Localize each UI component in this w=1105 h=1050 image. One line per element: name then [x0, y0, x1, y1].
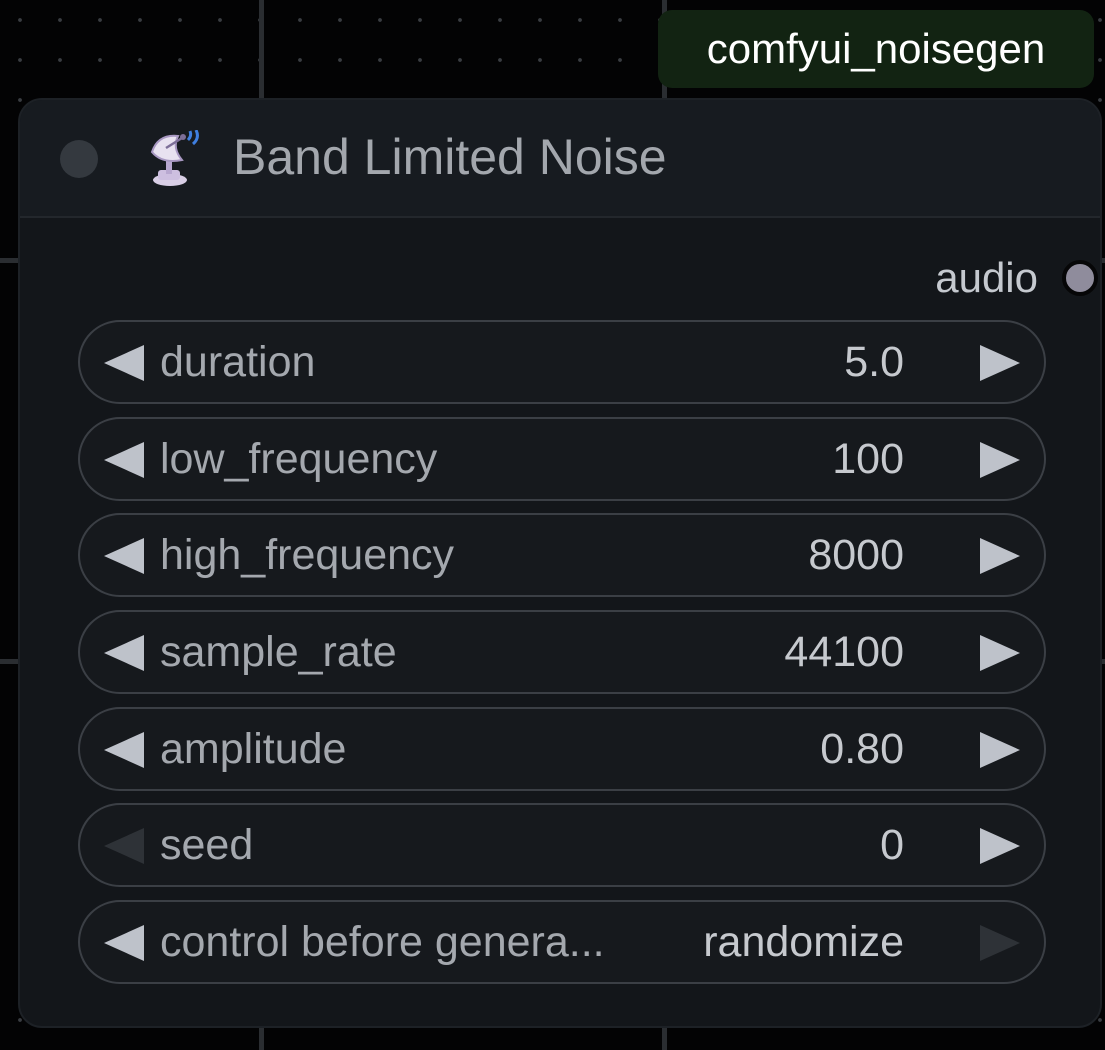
output-socket[interactable] — [1062, 260, 1098, 296]
widget-sample-rate[interactable]: sample_rate 44100 — [78, 610, 1046, 695]
increment-arrow-icon[interactable] — [980, 538, 1020, 575]
node-header[interactable]: Band Limited Noise — [20, 100, 1100, 218]
widget-control-before-generate[interactable]: control before genera... randomize — [78, 900, 1046, 985]
widget-label: duration — [160, 338, 316, 386]
decrement-arrow-icon[interactable] — [104, 925, 144, 962]
collapse-toggle[interactable] — [60, 140, 98, 178]
widget-high-frequency[interactable]: high_frequency 8000 — [78, 513, 1046, 598]
widget-label: seed — [160, 821, 254, 870]
decrement-arrow-icon[interactable] — [104, 828, 144, 865]
decrement-arrow-icon[interactable] — [104, 538, 144, 575]
widget-seed[interactable]: seed 0 — [78, 803, 1046, 888]
satellite-antenna-icon — [148, 129, 204, 188]
increment-arrow-icon[interactable] — [980, 635, 1020, 672]
widget-low-frequency[interactable]: low_frequency 100 — [78, 416, 1046, 501]
increment-arrow-icon[interactable] — [980, 345, 1020, 381]
increment-arrow-icon[interactable] — [980, 925, 1020, 962]
decrement-arrow-icon[interactable] — [104, 731, 144, 768]
widget-value[interactable]: 100 — [832, 419, 904, 499]
output-audio[interactable]: audio — [935, 250, 1098, 306]
widget-label: high_frequency — [160, 531, 455, 580]
node-title: Band Limited Noise — [233, 129, 667, 185]
widget-list: duration 5.0 low_frequency 100 high_freq… — [78, 320, 1046, 997]
decrement-arrow-icon[interactable] — [104, 635, 144, 672]
node-source-badge: comfyui_noisegen — [658, 10, 1094, 88]
decrement-arrow-icon[interactable] — [104, 345, 144, 381]
widget-value[interactable]: 0.80 — [820, 709, 904, 789]
widget-label: control before genera... — [160, 918, 605, 967]
widget-value[interactable]: 5.0 — [844, 322, 904, 402]
widget-value[interactable]: 0 — [880, 805, 904, 885]
increment-arrow-icon[interactable] — [980, 441, 1020, 478]
widget-value[interactable]: 8000 — [808, 515, 904, 595]
band-limited-noise-node[interactable]: Band Limited Noise audio duration 5.0 lo… — [18, 98, 1102, 1028]
widget-duration[interactable]: duration 5.0 — [78, 320, 1046, 404]
widget-value[interactable]: 44100 — [784, 612, 904, 692]
increment-arrow-icon[interactable] — [980, 828, 1020, 865]
widget-value[interactable]: randomize — [703, 902, 904, 982]
widget-label: sample_rate — [160, 628, 397, 677]
widget-label: low_frequency — [160, 434, 438, 483]
increment-arrow-icon[interactable] — [980, 731, 1020, 768]
decrement-arrow-icon[interactable] — [104, 441, 144, 478]
widget-amplitude[interactable]: amplitude 0.80 — [78, 706, 1046, 791]
output-label: audio — [935, 254, 1038, 301]
widget-label: amplitude — [160, 724, 347, 773]
